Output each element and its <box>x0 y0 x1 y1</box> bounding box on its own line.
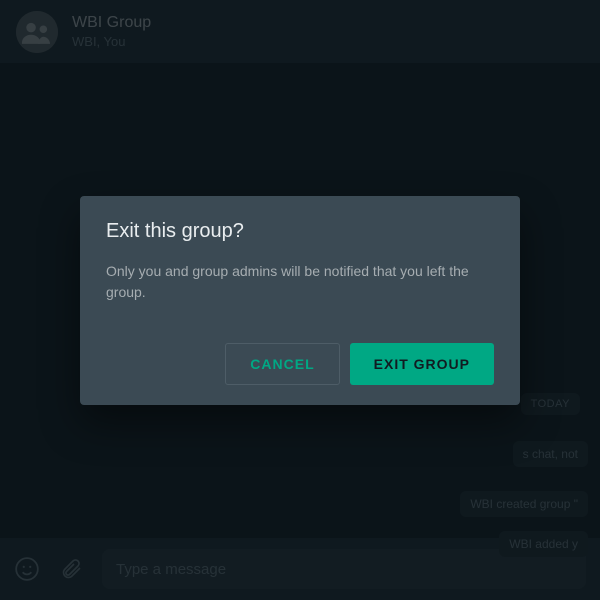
exit-group-button[interactable]: Exit group <box>350 343 494 385</box>
modal-overlay[interactable]: Exit this group? Only you and group admi… <box>0 0 600 600</box>
dialog-body: Only you and group admins will be notifi… <box>106 261 494 303</box>
exit-group-dialog: Exit this group? Only you and group admi… <box>80 196 520 405</box>
dialog-title: Exit this group? <box>106 220 494 243</box>
dialog-actions: Cancel Exit group <box>106 343 494 385</box>
cancel-button[interactable]: Cancel <box>225 343 339 385</box>
